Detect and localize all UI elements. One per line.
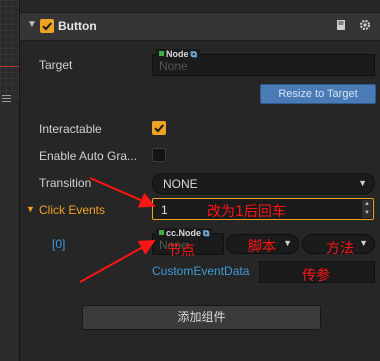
enable-auto-gray-label: Enable Auto Gra... (39, 149, 138, 163)
spinner-up-icon: ▲ (364, 201, 370, 207)
annotation-param-text: 传参 (302, 268, 330, 284)
annotation-node-text: 节点 (167, 243, 195, 259)
resize-to-target-button[interactable]: Resize to Target (260, 84, 376, 104)
custom-event-data-label: CustomEventData (152, 264, 250, 278)
transition-select[interactable]: NONE ▼ (152, 173, 375, 194)
gear-icon[interactable] (359, 19, 371, 31)
annotation-count-text: 改为1后回车 (207, 204, 286, 220)
transition-value: NONE (163, 177, 198, 191)
click-events-count-value: 1 (161, 203, 168, 217)
component-header[interactable]: ▼ Button (20, 12, 380, 41)
annotation-arrow-count (89, 177, 156, 208)
chevron-down-icon: ▼ (358, 178, 367, 188)
adjacent-panel-strip (0, 0, 20, 361)
component-title: Button (58, 19, 97, 33)
click-events-fold-icon[interactable]: ▼ (26, 204, 35, 214)
hamburger-icon[interactable] (2, 95, 11, 104)
count-spinner[interactable]: ▲ ▼ (362, 200, 372, 218)
annotation-script-text: 脚本 (248, 239, 276, 255)
event-index-label: [0] (52, 237, 66, 251)
add-component-button[interactable]: 添加组件 (82, 305, 321, 330)
target-placeholder: None (159, 59, 188, 73)
annotation-method-text: 方法 (326, 241, 354, 257)
target-label: Target (39, 58, 73, 72)
component-enabled-checkbox[interactable] (40, 19, 54, 33)
transition-label: Transition (39, 176, 92, 190)
fold-arrow-icon[interactable]: ▼ (27, 19, 37, 30)
annotation-arrow-node (79, 240, 156, 283)
external-link-icon: ⧉ (190, 49, 197, 59)
chevron-down-icon: ▼ (283, 238, 292, 248)
target-node-field[interactable]: Node ⧉ None (152, 49, 375, 76)
scene-axis-line (0, 66, 19, 67)
scene-grid (0, 0, 19, 100)
interactable-checkbox[interactable] (152, 121, 166, 135)
click-events-label[interactable]: Click Events (39, 203, 105, 217)
spinner-down-icon: ▼ (364, 210, 370, 216)
enable-auto-gray-checkbox[interactable] (152, 148, 166, 162)
external-link-icon: ⧉ (203, 228, 210, 238)
chevron-down-icon: ▼ (359, 238, 368, 248)
interactable-label: Interactable (39, 122, 102, 136)
book-icon[interactable] (335, 19, 347, 31)
